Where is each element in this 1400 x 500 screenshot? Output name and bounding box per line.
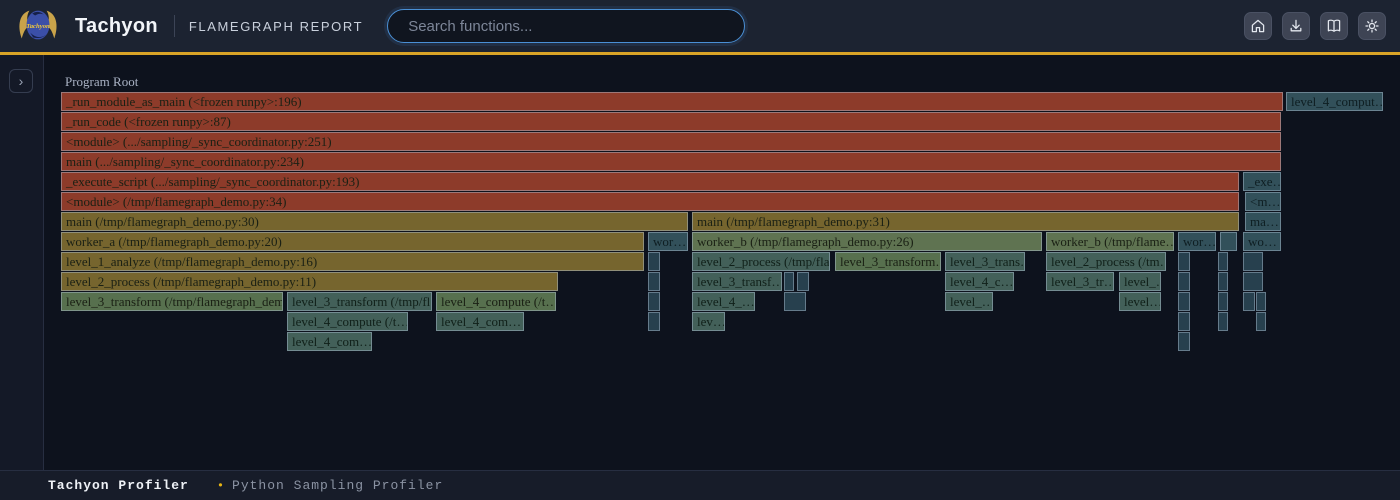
flame-frame[interactable]: <m…	[1245, 192, 1281, 211]
sidebar: ›	[0, 55, 44, 470]
flame-frame[interactable]	[784, 292, 806, 311]
flame-frame[interactable]	[648, 272, 660, 291]
flame-frame[interactable]: main (/tmp/flamegraph_demo.py:31)	[692, 212, 1239, 231]
search-input[interactable]	[387, 9, 745, 43]
flame-frame[interactable]: wo…	[1243, 232, 1281, 251]
flame-frame[interactable]: _exe…	[1243, 172, 1281, 191]
flame-frame[interactable]: _run_code (<frozen runpy>:87)	[61, 112, 1281, 131]
flame-frame[interactable]: main (/tmp/flamegraph_demo.py:30)	[61, 212, 688, 231]
flamegraph-panel: Program Root _run_module_as_main (<froze…	[0, 55, 1400, 470]
svg-text:Tachyon: Tachyon	[26, 23, 50, 30]
book-icon	[1326, 18, 1342, 34]
flame-frame[interactable]: level…	[1119, 292, 1161, 311]
flame-frame[interactable]	[1178, 312, 1190, 331]
flame-frame[interactable]: _run_module_as_main (<frozen runpy>:196)	[61, 92, 1283, 111]
flame-frame[interactable]	[1256, 292, 1266, 311]
chevron-right-icon: ›	[19, 73, 24, 89]
flame-frame[interactable]	[1218, 292, 1228, 311]
status-subtitle: Python Sampling Profiler	[232, 478, 443, 493]
flame-frame[interactable]	[784, 272, 794, 291]
flame-frame[interactable]	[1218, 252, 1228, 271]
flame-frame[interactable]	[1178, 252, 1190, 271]
flame-frame[interactable]	[1243, 292, 1255, 311]
flame-frame[interactable]: lev…	[692, 312, 725, 331]
app-header: Tachyon Tachyon FLAMEGRAPH REPORT	[0, 0, 1400, 52]
flame-frame[interactable]: wor…	[648, 232, 688, 251]
flame-frame[interactable]: level_3_transform (/tmp/fl…	[287, 292, 432, 311]
flame-frame[interactable]	[1243, 252, 1263, 271]
flame-frame[interactable]	[1178, 272, 1190, 291]
flame-frame[interactable]: worker_a (/tmp/flamegraph_demo.py:20)	[61, 232, 644, 251]
flame-frame[interactable]: level_4_com…	[436, 312, 524, 331]
flame-frame[interactable]: level_3_transform (/tmp/flamegraph_dem…	[61, 292, 283, 311]
home-icon	[1250, 18, 1266, 34]
flame-frame[interactable]: wor…	[1178, 232, 1216, 251]
flamegraph: Program Root _run_module_as_main (<froze…	[0, 55, 1400, 470]
flame-frame[interactable]: worker_b (/tmp/flamegraph_demo.py:26)	[692, 232, 1042, 251]
flame-frame[interactable]: level_3_tr…	[1046, 272, 1114, 291]
flame-frame[interactable]: level_3_transform…	[835, 252, 941, 271]
flame-frame[interactable]: level_1_analyze (/tmp/flamegraph_demo.py…	[61, 252, 644, 271]
flame-frame[interactable]	[1178, 332, 1190, 351]
status-app-name: Tachyon Profiler	[48, 478, 189, 493]
flame-frame[interactable]: level_4_c…	[945, 272, 1014, 291]
flame-frame[interactable]: worker_b (/tmp/flame…	[1046, 232, 1174, 251]
flame-frame[interactable]	[648, 252, 660, 271]
sidebar-toggle-button[interactable]: ›	[9, 69, 33, 93]
flame-frame[interactable]	[1178, 292, 1190, 311]
flame-frame[interactable]: level_2_process (/tmp/fla…	[692, 252, 830, 271]
flame-frame[interactable]: level_4_com…	[287, 332, 372, 351]
docs-button[interactable]	[1320, 12, 1348, 40]
flame-frame[interactable]: level_4_…	[692, 292, 755, 311]
flame-frame[interactable]: ma…	[1245, 212, 1281, 231]
flame-frame[interactable]: level_4_comput…	[1286, 92, 1383, 111]
flame-frame[interactable]: level_2_process (/tm…	[1046, 252, 1166, 271]
download-icon	[1288, 18, 1304, 34]
status-bar: Tachyon Profiler • Python Sampling Profi…	[0, 470, 1400, 500]
flame-frame[interactable]	[1243, 272, 1263, 291]
header-divider	[174, 15, 175, 37]
flame-frame[interactable]: level_3_transf…	[692, 272, 782, 291]
flame-frame[interactable]	[1220, 232, 1237, 251]
flame-frame[interactable]: main (.../sampling/_sync_coordinator.py:…	[61, 152, 1281, 171]
report-type-label: FLAMEGRAPH REPORT	[189, 19, 363, 34]
flame-frame[interactable]: level_4_compute (/t…	[436, 292, 556, 311]
flame-frame[interactable]: level_…	[1119, 272, 1161, 291]
flame-frame[interactable]: _execute_script (.../sampling/_sync_coor…	[61, 172, 1239, 191]
home-button[interactable]	[1244, 12, 1272, 40]
flame-frame[interactable]	[648, 312, 660, 331]
flame-frame[interactable]: level_…	[945, 292, 993, 311]
flame-frame[interactable]: level_3_trans…	[945, 252, 1025, 271]
flame-frame[interactable]: level_4_compute (/t…	[287, 312, 408, 331]
flame-frame[interactable]	[797, 272, 809, 291]
theme-button[interactable]	[1358, 12, 1386, 40]
header-actions	[1244, 12, 1386, 40]
flame-frame[interactable]	[648, 292, 660, 311]
app-title: Tachyon	[75, 15, 158, 38]
flame-frame[interactable]	[1256, 312, 1266, 331]
sun-icon	[1364, 18, 1380, 34]
flame-frame[interactable]	[1218, 312, 1228, 331]
tachyon-logo-icon: Tachyon	[15, 5, 61, 47]
download-button[interactable]	[1282, 12, 1310, 40]
flame-frame[interactable]: <module> (.../sampling/_sync_coordinator…	[61, 132, 1281, 151]
flame-root-label: Program Root	[65, 74, 138, 90]
flame-frame[interactable]: level_2_process (/tmp/flamegraph_demo.py…	[61, 272, 558, 291]
status-dot-icon: •	[217, 479, 224, 493]
flame-frame[interactable]	[1218, 272, 1228, 291]
flame-frame[interactable]: <module> (/tmp/flamegraph_demo.py:34)	[61, 192, 1239, 211]
